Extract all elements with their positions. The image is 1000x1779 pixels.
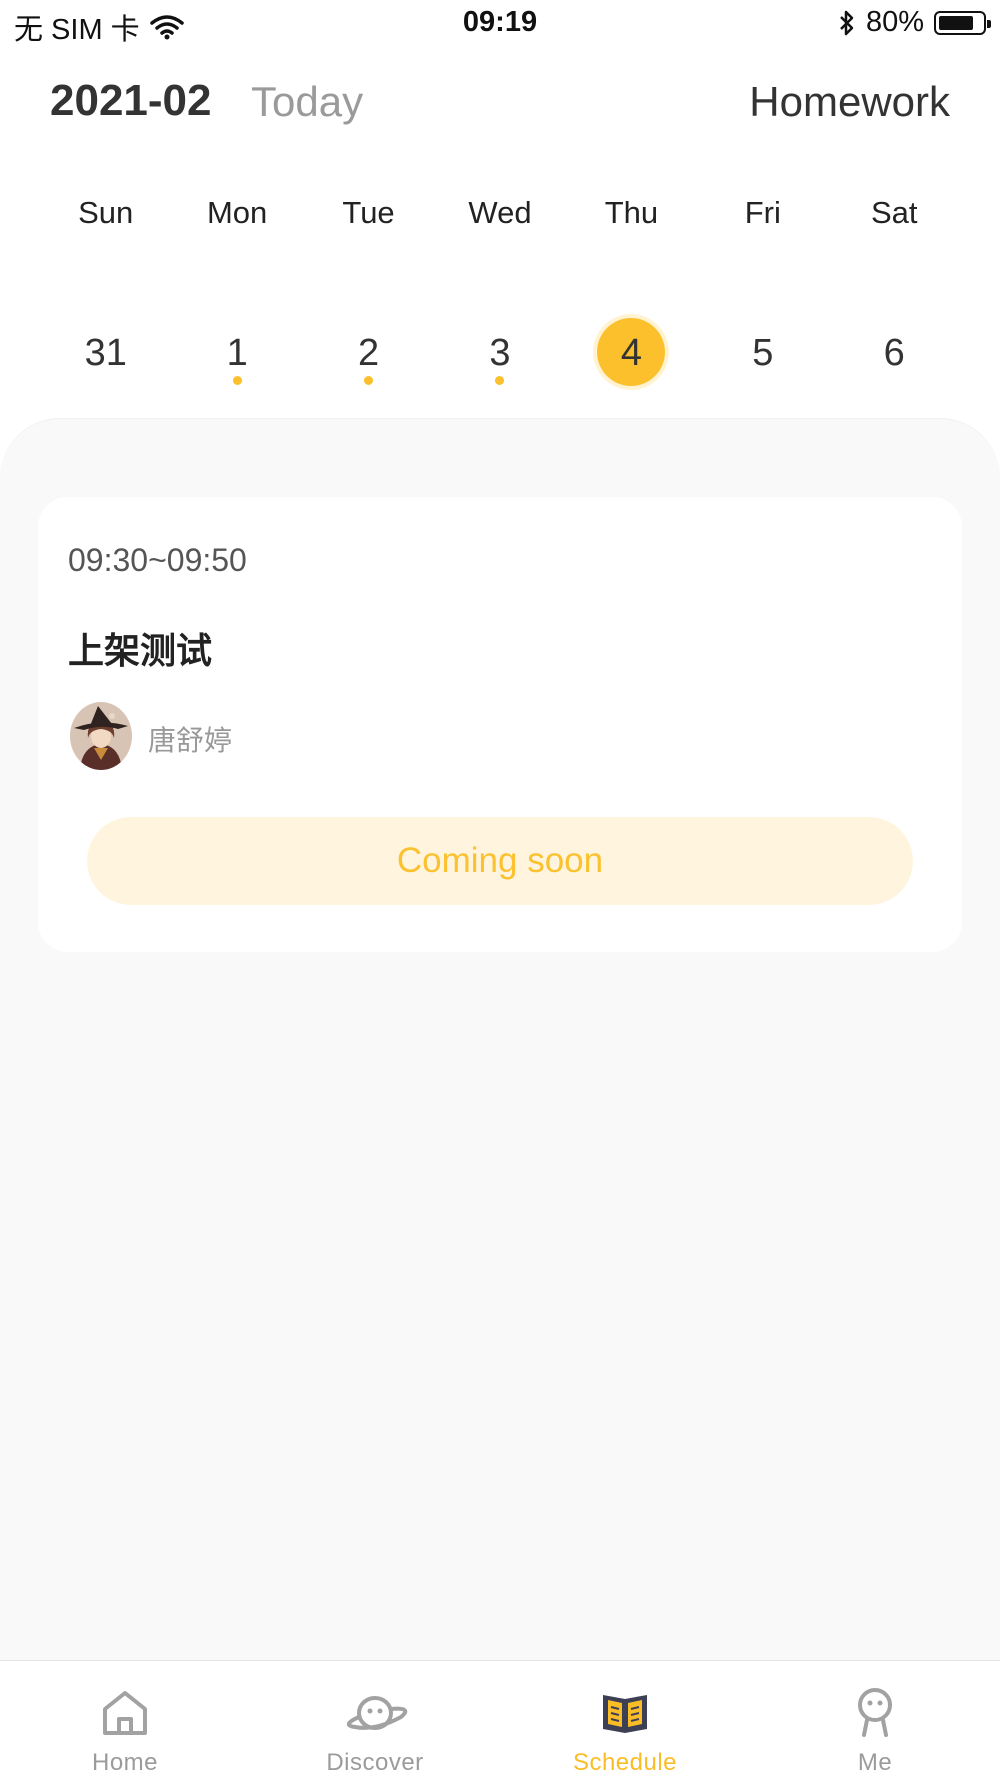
date-number: 5 xyxy=(752,332,774,374)
planet-icon xyxy=(347,1696,408,1730)
date-cell[interactable]: 31 xyxy=(40,318,171,388)
weekday-label: Thu xyxy=(604,195,659,230)
date-number: 31 xyxy=(84,332,127,374)
weekday-label: Wed xyxy=(468,195,532,230)
tab-discover[interactable]: Discover xyxy=(250,1661,500,1779)
calendar-header: 2021-02 Today Homework xyxy=(0,70,1000,130)
date-number: 1 xyxy=(226,332,248,374)
date-cell[interactable]: 1 xyxy=(171,318,302,388)
date-cell[interactable]: 5 xyxy=(697,318,828,388)
weekday-row: Sun Mon Tue Wed Thu Fri Sat xyxy=(40,195,960,231)
weekday-label: Mon xyxy=(206,195,268,230)
teacher-name: 唐舒婷 xyxy=(148,725,233,756)
date-number: 4 xyxy=(620,332,642,374)
date-number: 3 xyxy=(489,332,511,374)
homework-button[interactable]: Homework xyxy=(749,78,950,126)
battery-percent: 80% xyxy=(865,6,924,38)
status-bar: 无 SIM 卡 09:19 80% xyxy=(0,0,1000,50)
date-cell[interactable]: 6 xyxy=(829,318,960,388)
date-cell[interactable]: 3 xyxy=(434,318,565,388)
lesson-time: 09:30~09:50 xyxy=(68,542,247,578)
tab-me[interactable]: Me xyxy=(750,1661,1000,1779)
today-button[interactable]: Today xyxy=(251,78,363,126)
date-cell[interactable]: 2 xyxy=(303,318,434,388)
home-icon xyxy=(103,1691,147,1735)
teacher-avatar xyxy=(70,702,132,770)
tab-schedule[interactable]: Schedule xyxy=(500,1661,750,1779)
weekday-label: Fri xyxy=(744,195,781,230)
event-dot xyxy=(364,376,374,385)
weekday-label: Tue xyxy=(342,195,395,230)
book-icon xyxy=(603,1695,647,1733)
date-row: 31 1 2 3 4 5 6 xyxy=(40,318,960,388)
status-right: 80% xyxy=(838,6,991,39)
tab-label: Me xyxy=(857,1749,893,1776)
person-icon xyxy=(858,1688,892,1737)
bluetooth-icon xyxy=(840,10,854,35)
date-number: 6 xyxy=(883,332,905,374)
lesson-card[interactable]: 09:30~09:50 上架测试 唐舒婷 Coming soon xyxy=(38,497,962,952)
month-label: 2021-02 xyxy=(50,76,212,125)
tab-label: Schedule xyxy=(572,1749,678,1776)
weekday-label: Sun xyxy=(78,195,134,230)
tab-bar: Home Discover Schedule Me xyxy=(0,1660,1000,1779)
battery-fill xyxy=(939,15,973,30)
event-dot xyxy=(232,376,242,385)
battery-icon xyxy=(934,10,991,35)
tab-home[interactable]: Home xyxy=(0,1661,250,1779)
date-number: 2 xyxy=(357,332,380,374)
date-cell[interactable]: 4 xyxy=(566,318,697,388)
coming-soon-button[interactable]: Coming soon xyxy=(87,817,913,905)
lesson-title: 上架测试 xyxy=(68,630,213,671)
tab-label: Discover xyxy=(326,1749,424,1776)
tab-label: Home xyxy=(91,1749,159,1776)
weekday-label: Sat xyxy=(870,195,918,230)
battery-nub xyxy=(987,19,991,28)
